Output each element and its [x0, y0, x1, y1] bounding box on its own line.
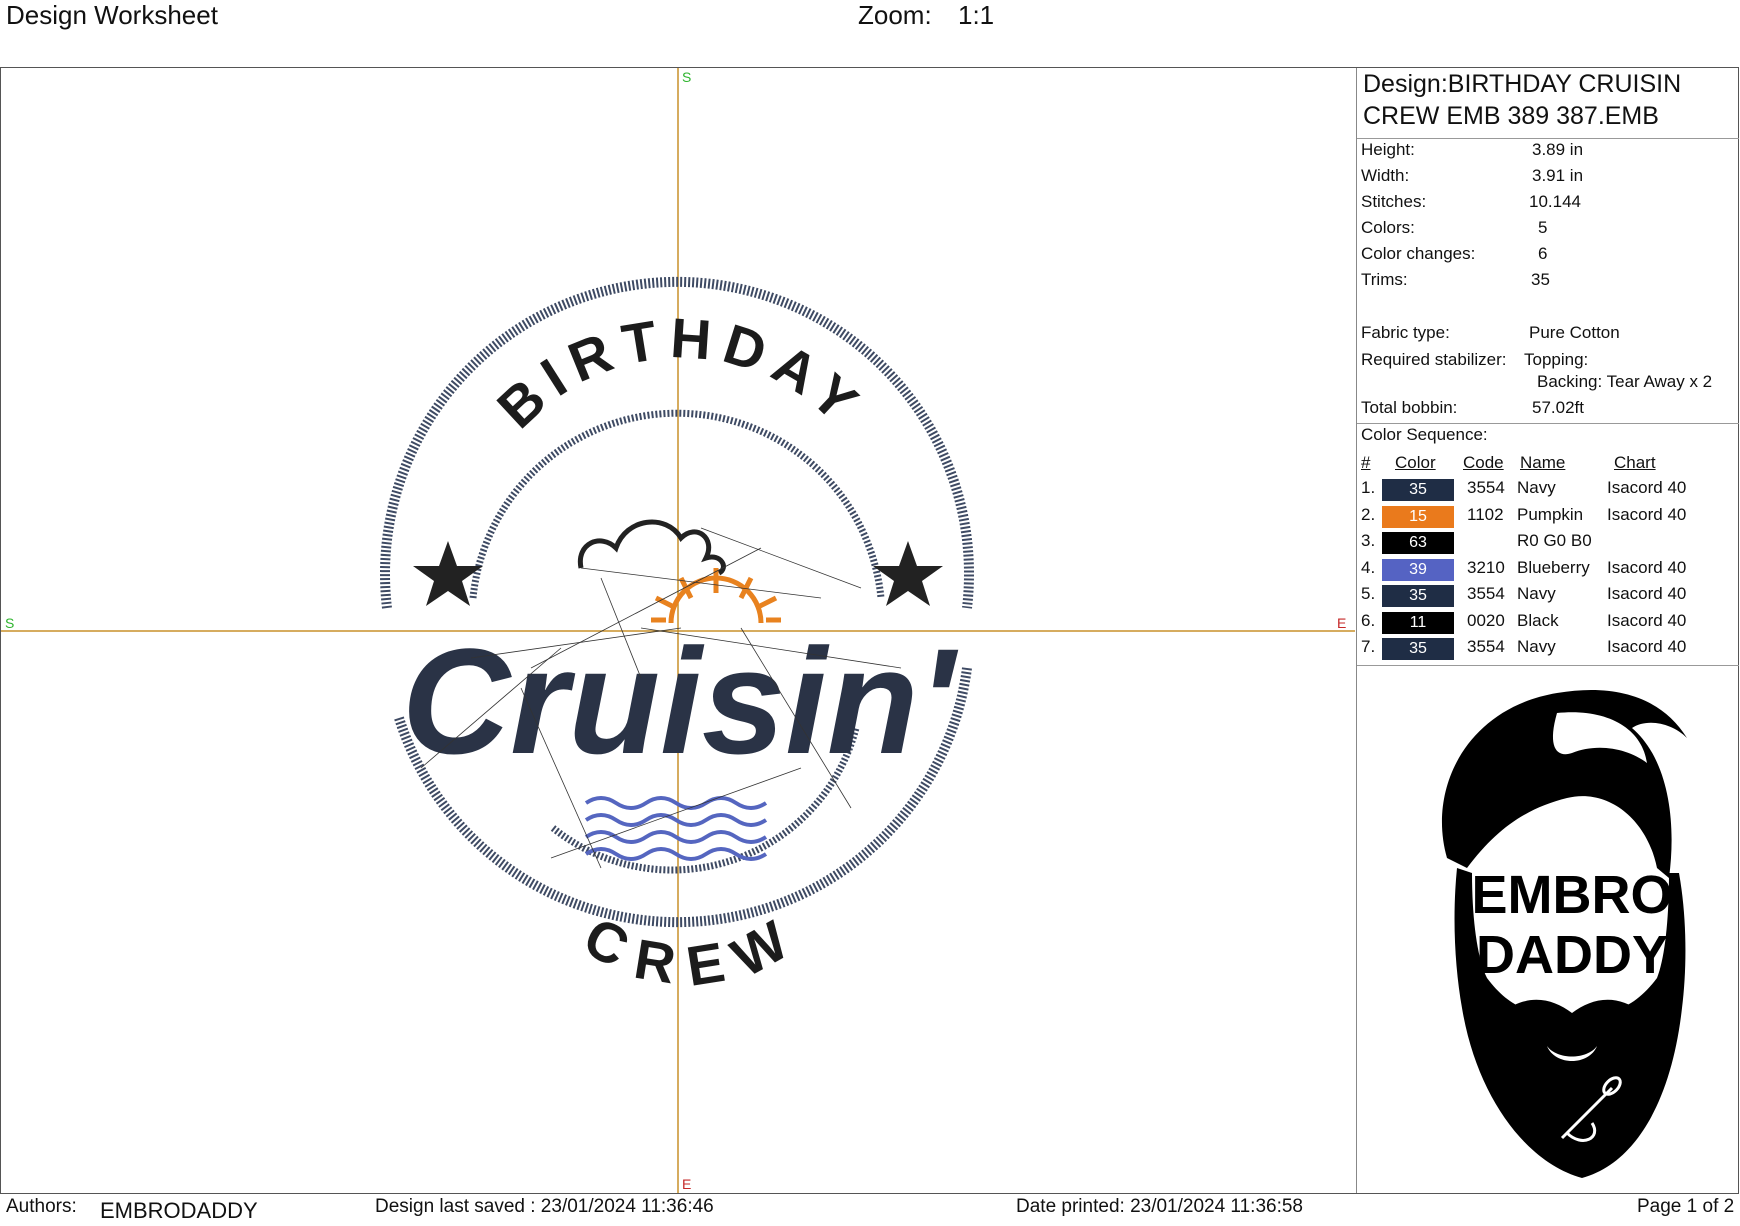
seq-row-code: 3554	[1467, 637, 1505, 656]
seq-row-num: 1.	[1361, 478, 1376, 497]
bobbin-value: 57.02ft	[1532, 398, 1584, 417]
seq-row-code: 0020	[1467, 610, 1505, 630]
seq-row-num: 4.	[1361, 557, 1376, 577]
col-name: Name	[1520, 453, 1566, 472]
fabric-value: Pure Cotton	[1529, 323, 1620, 342]
stabilizer-backing: Backing: Tear Away x 2	[1537, 372, 1713, 391]
design-name: Design:BIRTHDAY CRUISIN CREW EMB 389 387…	[1363, 68, 1733, 132]
seq-row-num: 2.	[1361, 504, 1376, 524]
seq-row-code: 1102	[1467, 504, 1504, 524]
compass-left: S	[5, 615, 14, 631]
worksheet-title: Design Worksheet	[6, 0, 218, 30]
trims-value: 35	[1531, 270, 1550, 289]
design-canvas: S E S E BIRTHDAY CREW Cruisin'	[1, 68, 1355, 1193]
stabilizer-topping: Topping:	[1524, 350, 1589, 369]
design-name-line2: CREW EMB 389 387.EMB	[1363, 102, 1659, 130]
inner-ring-top	[469, 409, 885, 599]
seq-row-name: R0 G0 B0	[1517, 531, 1592, 550]
seq-row-num: 5.	[1361, 584, 1376, 603]
color-changes-value: 6	[1538, 244, 1548, 263]
seq-row-swatch: 35	[1382, 638, 1454, 660]
col-num: #	[1361, 453, 1371, 472]
seq-row-code: 3554	[1467, 478, 1505, 497]
seq-row-swatch: 15	[1382, 505, 1454, 528]
design-info-panel: Design:BIRTHDAY CRUISIN CREW EMB 389 387…	[1356, 68, 1739, 1193]
seq-row-chart: Isacord 40	[1607, 584, 1687, 603]
color-sequence-title: Color Sequence:	[1361, 425, 1488, 444]
seq-row-swatch: 35	[1382, 585, 1454, 607]
seq-row-swatch: 35	[1382, 479, 1454, 501]
design-preview: S E S E BIRTHDAY CREW Cruisin'	[1, 68, 1355, 1193]
bobbin-label: Total bobbin:	[1361, 398, 1458, 417]
zoom-label: Zoom:	[858, 0, 932, 30]
divider	[1357, 665, 1739, 666]
seq-row-code: 3554	[1467, 584, 1505, 603]
page-indicator: Page 1 of 2	[1637, 1196, 1735, 1217]
seq-row-num: 7.	[1361, 637, 1376, 656]
colors-label: Colors:	[1361, 218, 1415, 237]
seq-row-code: 3210	[1467, 557, 1505, 577]
seq-row-name: Blueberry	[1517, 557, 1590, 577]
cloud-icon	[577, 519, 726, 576]
divider	[1357, 138, 1739, 139]
logo-line1: EMBRO	[1472, 865, 1673, 925]
logo-line2: DADDY	[1476, 925, 1668, 985]
design-name-line1: Design:BIRTHDAY CRUISIN	[1363, 70, 1682, 98]
compass-right: E	[1337, 615, 1346, 631]
seq-row-swatch: 11	[1382, 611, 1454, 634]
height-label: Height:	[1361, 140, 1415, 159]
stitches-label: Stitches:	[1361, 192, 1427, 211]
seq-row-chart: Isacord 40	[1607, 610, 1687, 630]
col-chart: Chart	[1614, 453, 1656, 472]
height-value: 3.89 in	[1532, 140, 1584, 159]
divider	[1357, 423, 1739, 424]
stitches-value: 10.144	[1529, 192, 1581, 211]
date-printed: Date printed: 23/01/2024 11:36:58	[1016, 1196, 1303, 1217]
stabilizer-label: Required stabilizer:	[1361, 350, 1507, 369]
compass-bottom: E	[682, 1176, 691, 1192]
fabric-label: Fabric type:	[1361, 323, 1450, 342]
seq-row-swatch: 63	[1382, 532, 1454, 554]
last-saved: Design last saved : 23/01/2024 11:36:46	[375, 1196, 714, 1217]
embroidery-artwork: BIRTHDAY CREW Cruisin'	[380, 276, 974, 999]
seq-row-name: Pumpkin	[1517, 504, 1584, 524]
authors-value: EMBRODADDY	[100, 1198, 258, 1223]
color-changes-label: Color changes:	[1361, 244, 1476, 263]
seq-row-chart: Isacord 40	[1607, 504, 1687, 524]
width-value: 3.91 in	[1532, 166, 1584, 185]
artwork-text-top: BIRTHDAY	[485, 306, 877, 440]
zoom-value: 1:1	[958, 0, 995, 30]
seq-row-chart: Isacord 40	[1607, 478, 1687, 497]
seq-row-num: 6.	[1361, 610, 1376, 630]
col-color: Color	[1395, 453, 1436, 472]
colors-value: 5	[1538, 218, 1548, 237]
embrodaddy-logo: EMBRO DADDY	[1441, 690, 1687, 1178]
seq-row-swatch: 39	[1382, 558, 1454, 581]
artwork-script-text: Cruisin'	[402, 617, 959, 785]
seq-row-name: Navy	[1517, 584, 1556, 603]
trims-label: Trims:	[1361, 270, 1408, 289]
compass-top: S	[682, 69, 691, 85]
seq-row-chart: Isacord 40	[1607, 637, 1687, 656]
seq-row-name: Navy	[1517, 637, 1556, 656]
seq-row-num: 3.	[1361, 531, 1376, 550]
col-code: Code	[1463, 453, 1504, 472]
seq-row-chart: Isacord 40	[1607, 557, 1687, 577]
waves-icon	[584, 796, 768, 861]
seq-row-name: Navy	[1517, 478, 1556, 497]
authors-label: Authors:	[6, 1196, 77, 1217]
artwork-text-bottom: CREW	[574, 900, 814, 999]
width-label: Width:	[1361, 166, 1410, 185]
seq-row-name: Black	[1517, 610, 1559, 630]
